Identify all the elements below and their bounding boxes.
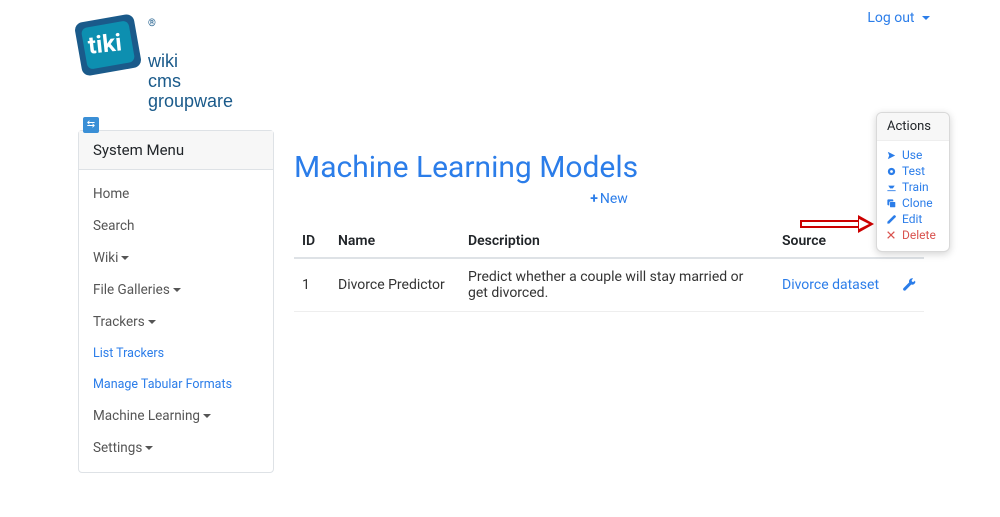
action-use[interactable]: Use <box>885 147 941 163</box>
wrench-icon[interactable] <box>902 278 916 292</box>
logo-text: tiki <box>87 28 123 59</box>
action-clone[interactable]: Clone <box>885 195 941 211</box>
chevron-down-icon <box>145 446 153 450</box>
logo-subtext: wiki cms groupware <box>148 52 233 111</box>
sidebar-title: System Menu <box>79 131 273 170</box>
sidebar-item-manage-tabular[interactable]: Manage Tabular Formats <box>79 369 273 400</box>
actions-popover: Actions Use Test Train Clone Edit Delete <box>876 112 950 252</box>
col-description: Description <box>460 225 774 258</box>
col-name: Name <box>330 225 460 258</box>
sidebar-item-wiki[interactable]: Wiki <box>79 242 273 274</box>
clone-icon <box>885 198 897 209</box>
col-id: ID <box>294 225 330 258</box>
main-content: Machine Learning Models +New ID Name Des… <box>294 150 924 312</box>
logout-dropdown[interactable]: Log out <box>867 10 930 26</box>
circle-icon <box>885 166 897 177</box>
action-delete[interactable]: Delete <box>885 227 941 243</box>
sidebar-toggle-icon[interactable]: ⇆ <box>83 117 99 133</box>
action-test[interactable]: Test <box>885 163 941 179</box>
sidebar-item-machine-learning[interactable]: Machine Learning <box>79 400 273 432</box>
table-header-row: ID Name Description Source <box>294 225 924 258</box>
x-icon <box>885 230 897 240</box>
models-table: ID Name Description Source 1 Divorce Pre… <box>294 225 924 312</box>
page-title: Machine Learning Models <box>294 150 924 185</box>
train-icon <box>885 182 897 193</box>
chevron-down-icon <box>148 320 156 324</box>
chevron-down-icon <box>203 414 211 418</box>
sidebar-body: Home Search Wiki File Galleries Trackers… <box>79 170 273 472</box>
source-link[interactable]: Divorce dataset <box>782 277 879 293</box>
chevron-down-icon <box>173 288 181 292</box>
action-edit[interactable]: Edit <box>885 211 941 227</box>
cell-source: Divorce dataset <box>774 258 894 312</box>
table-row: 1 Divorce Predictor Predict whether a co… <box>294 258 924 312</box>
sidebar: ⇆ System Menu Home Search Wiki File Gall… <box>78 130 274 473</box>
edit-icon <box>885 214 897 225</box>
action-train[interactable]: Train <box>885 179 941 195</box>
cell-actions <box>894 258 924 312</box>
logo[interactable]: tiki ® wiki cms groupware <box>78 12 258 112</box>
sidebar-item-home[interactable]: Home <box>79 178 273 210</box>
cell-id: 1 <box>294 258 330 312</box>
chevron-down-icon <box>922 16 930 20</box>
logo-registered: ® <box>148 18 156 29</box>
sidebar-item-list-trackers[interactable]: List Trackers <box>79 338 273 369</box>
cell-description: Predict whether a couple will stay marri… <box>460 258 774 312</box>
arrow-icon <box>885 150 897 161</box>
popover-title: Actions <box>877 113 949 141</box>
sidebar-item-file-galleries[interactable]: File Galleries <box>79 274 273 306</box>
sidebar-item-trackers[interactable]: Trackers <box>79 306 273 338</box>
logout-label: Log out <box>867 10 914 26</box>
chevron-down-icon <box>121 256 129 260</box>
new-model-button[interactable]: +New <box>294 191 924 207</box>
cell-name: Divorce Predictor <box>330 258 460 312</box>
plus-icon: + <box>590 191 598 207</box>
sidebar-item-search[interactable]: Search <box>79 210 273 242</box>
sidebar-item-settings[interactable]: Settings <box>79 432 273 464</box>
